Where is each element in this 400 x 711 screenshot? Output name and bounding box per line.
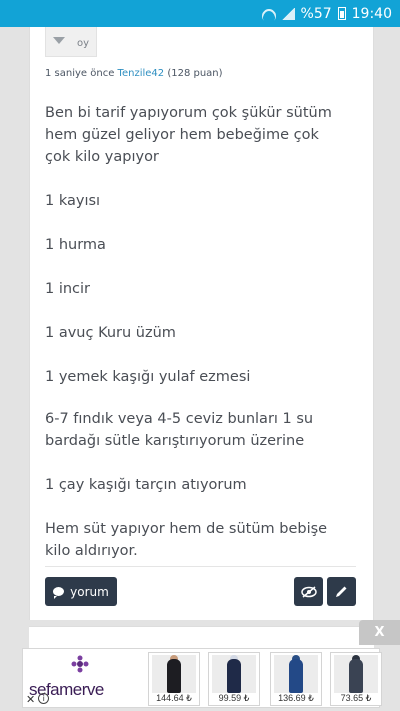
post-card: oy 1 saniye önce Tenzile42 (128 puan) Be… bbox=[29, 27, 374, 620]
post-time: 1 saniye önce bbox=[45, 68, 115, 79]
downvote-button[interactable]: oy bbox=[45, 27, 97, 57]
post-paragraph: 1 incir bbox=[45, 281, 91, 297]
signal-icon bbox=[280, 7, 295, 20]
ad-close-button[interactable]: X bbox=[359, 620, 400, 645]
chat-bubble-icon bbox=[53, 587, 65, 599]
product-image bbox=[212, 655, 256, 693]
status-bar: %57 19:40 bbox=[0, 0, 400, 27]
hide-button[interactable] bbox=[294, 577, 323, 606]
pencil-icon bbox=[336, 586, 347, 597]
battery-percent: %57 bbox=[300, 5, 332, 22]
post-paragraph: 1 kayısı bbox=[45, 193, 101, 209]
ad-product[interactable]: 73.65 ₺ bbox=[330, 652, 382, 706]
post-paragraph: Hem süt yapıyor hem de sütüm bebişe kilo… bbox=[45, 521, 328, 559]
product-price: 136.69 ₺ bbox=[278, 693, 314, 703]
comment-button[interactable]: yorum bbox=[45, 577, 117, 606]
eye-slash-icon bbox=[300, 585, 317, 598]
post-paragraph: 1 avuç Kuru üzüm bbox=[45, 325, 176, 341]
product-price: 73.65 ₺ bbox=[340, 693, 372, 703]
info-icon[interactable]: i bbox=[38, 693, 50, 704]
clock: 19:40 bbox=[351, 5, 392, 22]
comment-button-label: yorum bbox=[70, 584, 109, 599]
username-link[interactable]: Tenzile42 bbox=[118, 68, 165, 79]
product-price: 144.64 ₺ bbox=[156, 693, 192, 703]
post-meta: 1 saniye önce Tenzile42 (128 puan) bbox=[45, 68, 223, 79]
triangle-down-icon bbox=[53, 37, 65, 44]
post-paragraph: 6-7 fındık veya 4-5 ceviz bunları 1 su b… bbox=[45, 411, 314, 449]
ad-banner[interactable]: sefamerve ✕ i 144.64 ₺ 99.59 ₺ 136.69 ₺ … bbox=[22, 648, 382, 708]
product-image bbox=[334, 655, 378, 693]
brand-logo-icon bbox=[71, 655, 89, 673]
battery-icon bbox=[337, 7, 346, 20]
divider bbox=[45, 566, 356, 567]
edit-button[interactable] bbox=[327, 577, 356, 606]
product-image bbox=[274, 655, 318, 693]
ad-product[interactable]: 144.64 ₺ bbox=[148, 652, 200, 706]
post-paragraph: 1 hurma bbox=[45, 237, 106, 253]
post-paragraph: 1 yemek kaşığı yulaf ezmesi bbox=[45, 369, 251, 385]
post-paragraph: 1 çay kaşığı tarçın atıyorum bbox=[45, 477, 247, 493]
downvote-label: oy bbox=[77, 38, 90, 49]
ad-product[interactable]: 99.59 ₺ bbox=[208, 652, 260, 706]
ad-product[interactable]: 136.69 ₺ bbox=[270, 652, 322, 706]
post-paragraph: Ben bi tarif yapıyorum çok şükür sütüm h… bbox=[45, 105, 332, 165]
product-image bbox=[152, 655, 196, 693]
wifi-icon bbox=[261, 8, 275, 20]
user-points: (128 puan) bbox=[167, 68, 223, 79]
close-icon[interactable]: ✕ bbox=[26, 693, 35, 707]
ad-choices[interactable]: ✕ i bbox=[26, 693, 56, 707]
product-price: 99.59 ₺ bbox=[218, 693, 250, 703]
